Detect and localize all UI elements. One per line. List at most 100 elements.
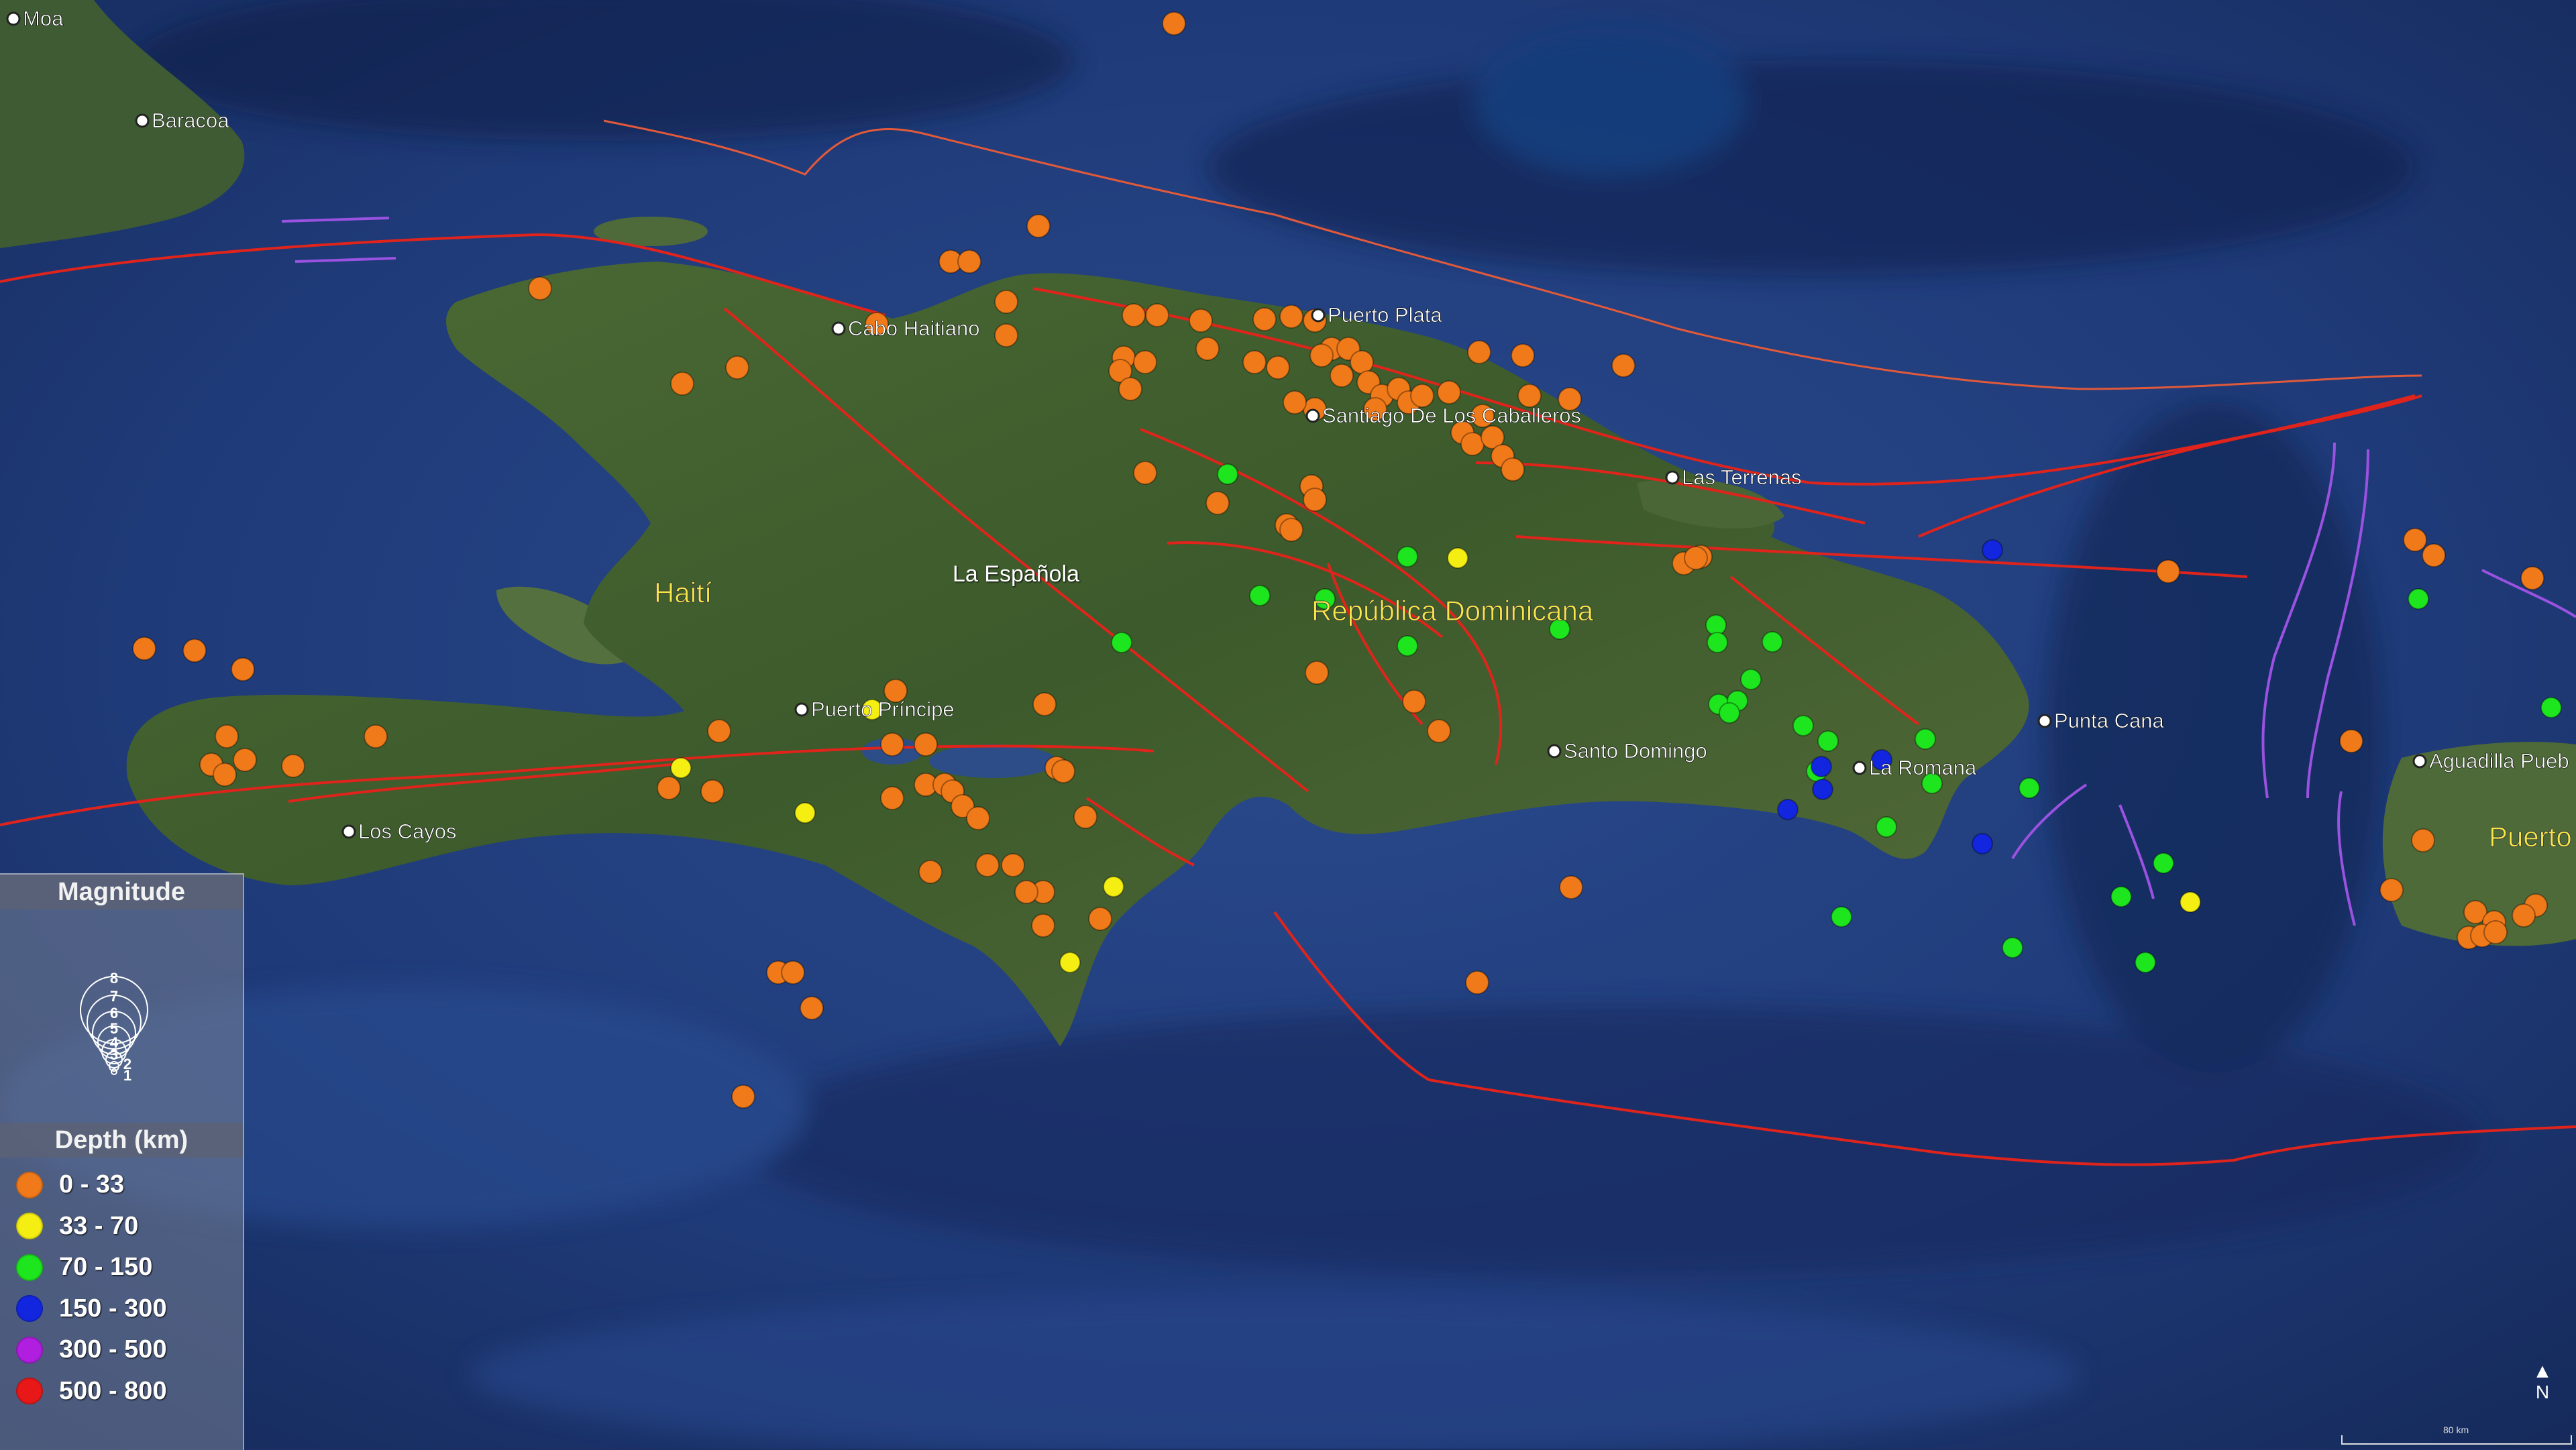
quake-marker-orange[interactable] (1279, 304, 1303, 329)
quake-marker-orange[interactable] (1266, 355, 1290, 380)
quake-marker-orange[interactable] (2520, 566, 2544, 590)
quake-marker-orange[interactable] (1501, 457, 1525, 482)
quake-marker-orange[interactable] (1133, 461, 1157, 485)
quake-marker-orange[interactable] (707, 719, 731, 743)
city-marker[interactable] (1665, 470, 1680, 485)
city-marker[interactable] (1547, 744, 1562, 759)
city-marker[interactable] (2412, 754, 2427, 769)
quake-marker-orange[interactable] (1427, 719, 1451, 743)
quake-marker-blue[interactable] (1812, 779, 1833, 800)
quake-marker-orange[interactable] (1026, 214, 1051, 238)
quake-marker-orange[interactable] (800, 996, 824, 1020)
quake-marker-orange[interactable] (1051, 759, 1075, 783)
quake-marker-green[interactable] (2540, 697, 2562, 718)
quake-marker-yellow[interactable] (2180, 891, 2201, 913)
city-marker[interactable] (831, 321, 846, 336)
quake-marker-orange[interactable] (1465, 970, 1489, 995)
quake-marker-orange[interactable] (1118, 377, 1142, 401)
city-marker[interactable] (135, 113, 150, 128)
quake-marker-green[interactable] (1397, 546, 1418, 567)
quake-marker-blue[interactable] (1972, 833, 1993, 854)
city-marker[interactable] (2037, 714, 2052, 728)
quake-marker-green[interactable] (1876, 816, 1897, 838)
quake-marker-green[interactable] (1817, 730, 1839, 752)
quake-marker-green[interactable] (1762, 631, 1783, 653)
quake-marker-orange[interactable] (1303, 488, 1327, 512)
quake-marker-orange[interactable] (2339, 729, 2363, 753)
quake-marker-yellow[interactable] (794, 802, 816, 824)
city-marker[interactable] (341, 824, 356, 839)
quake-marker-orange[interactable] (1032, 692, 1057, 716)
quake-marker-orange[interactable] (1073, 805, 1097, 829)
quake-marker-orange[interactable] (657, 776, 681, 800)
quake-marker-green[interactable] (1249, 585, 1271, 606)
quake-marker-orange[interactable] (231, 657, 255, 681)
quake-marker-orange[interactable] (1162, 11, 1186, 36)
city-marker[interactable] (1852, 761, 1867, 775)
quake-marker-green[interactable] (1831, 906, 1852, 928)
quake-marker-blue[interactable] (1811, 756, 1832, 777)
quake-marker-orange[interactable] (528, 276, 552, 300)
quake-marker-orange[interactable] (2379, 878, 2404, 902)
quake-marker-orange[interactable] (918, 860, 943, 884)
quake-marker-blue[interactable] (1982, 539, 2003, 561)
quake-marker-orange[interactable] (2422, 543, 2446, 567)
quake-marker-orange[interactable] (213, 763, 237, 787)
city-marker[interactable] (794, 702, 809, 717)
quake-marker-orange[interactable] (182, 638, 207, 663)
quake-marker-orange[interactable] (1559, 875, 1583, 899)
quake-marker-yellow[interactable] (670, 757, 692, 779)
quake-marker-green[interactable] (2019, 777, 2040, 799)
quake-marker-green[interactable] (2110, 886, 2132, 907)
quake-marker-orange[interactable] (1189, 309, 1213, 333)
quake-marker-orange[interactable] (1088, 907, 1112, 931)
quake-marker-orange[interactable] (364, 724, 388, 748)
quake-marker-green[interactable] (1719, 702, 1740, 724)
quake-marker-orange[interactable] (1611, 353, 1635, 378)
quake-marker-orange[interactable] (1305, 661, 1329, 685)
quake-marker-orange[interactable] (2512, 903, 2536, 928)
quake-marker-green[interactable] (1111, 632, 1132, 653)
quake-marker-orange[interactable] (670, 372, 694, 396)
quake-marker-green[interactable] (2002, 937, 2023, 958)
quake-marker-orange[interactable] (1437, 380, 1461, 404)
quake-marker-orange[interactable] (1001, 853, 1025, 877)
quake-marker-orange[interactable] (1402, 689, 1426, 714)
quake-marker-orange[interactable] (1031, 913, 1055, 938)
quake-marker-orange[interactable] (1283, 390, 1307, 414)
quake-marker-orange[interactable] (1242, 350, 1267, 374)
quake-marker-orange[interactable] (914, 732, 938, 757)
quake-marker-orange[interactable] (994, 323, 1018, 347)
quake-marker-blue[interactable] (1777, 799, 1799, 820)
quake-marker-orange[interactable] (994, 290, 1018, 314)
quake-marker-orange[interactable] (1467, 340, 1491, 364)
quake-marker-yellow[interactable] (1447, 547, 1468, 569)
quake-marker-orange[interactable] (1460, 432, 1485, 456)
quake-marker-green[interactable] (2153, 852, 2174, 874)
quake-marker-green[interactable] (1217, 463, 1238, 485)
quake-marker-orange[interactable] (1205, 491, 1230, 515)
quake-marker-orange[interactable] (975, 853, 1000, 877)
quake-marker-orange[interactable] (2411, 828, 2435, 852)
quake-marker-orange[interactable] (1145, 303, 1169, 327)
quake-marker-green[interactable] (2408, 588, 2429, 610)
quake-marker-orange[interactable] (880, 732, 904, 757)
quake-marker-orange[interactable] (215, 724, 239, 748)
quake-marker-green[interactable] (1792, 715, 1814, 736)
quake-marker-orange[interactable] (1330, 364, 1354, 388)
quake-marker-orange[interactable] (2156, 559, 2180, 583)
quake-marker-orange[interactable] (1511, 343, 1535, 368)
quake-marker-orange[interactable] (957, 249, 981, 274)
quake-marker-orange[interactable] (1279, 518, 1303, 542)
quake-marker-orange[interactable] (233, 748, 257, 772)
quake-marker-orange[interactable] (132, 636, 156, 661)
quake-marker-orange[interactable] (1133, 350, 1157, 374)
quake-marker-green[interactable] (1397, 635, 1418, 657)
quake-marker-orange[interactable] (1252, 307, 1277, 331)
city-marker[interactable] (1305, 408, 1320, 423)
quake-marker-orange[interactable] (700, 779, 724, 803)
quake-marker-orange[interactable] (1684, 546, 1708, 570)
quake-marker-orange[interactable] (725, 355, 749, 380)
city-marker[interactable] (6, 11, 21, 26)
quake-marker-orange[interactable] (781, 960, 805, 985)
